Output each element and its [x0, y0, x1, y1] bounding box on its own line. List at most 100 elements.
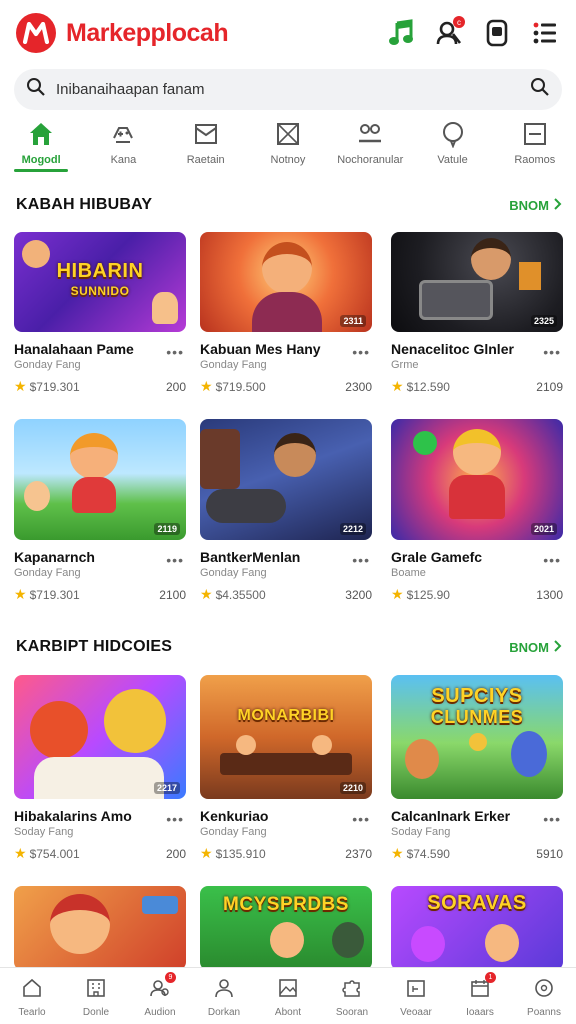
- game-count: 2370: [345, 846, 372, 861]
- more-options-icon[interactable]: •••: [166, 552, 184, 568]
- game-thumbnail[interactable]: MCYSPRDBS: [200, 886, 372, 970]
- more-options-icon[interactable]: •••: [166, 811, 184, 827]
- game-price: $719.301: [29, 587, 80, 602]
- game-thumbnail[interactable]: MONARBIBI 2210: [200, 675, 372, 799]
- character-illustration: [72, 477, 116, 513]
- game-card[interactable]: MCYSPRDBS: [200, 886, 372, 970]
- search-user-icon[interactable]: c: [432, 16, 466, 50]
- more-options-icon[interactable]: •••: [543, 552, 561, 568]
- game-title: Hibakalarins Amo: [14, 808, 132, 824]
- game-thumbnail[interactable]: 2325: [391, 232, 563, 332]
- tab-category-4[interactable]: Nochoranular: [329, 118, 411, 180]
- coin-illustration: [469, 733, 487, 751]
- nav-item-6[interactable]: Veoaar: [384, 968, 448, 1024]
- more-options-icon[interactable]: •••: [543, 344, 561, 360]
- nav-item-1[interactable]: Donle: [64, 968, 128, 1024]
- thumbnail-tag: 2325: [530, 315, 557, 327]
- thumbnail-subtitle: CLUNMES: [430, 707, 524, 727]
- nav-item-5[interactable]: Sooran: [320, 968, 384, 1024]
- more-options-icon[interactable]: •••: [543, 811, 561, 827]
- more-options-icon[interactable]: •••: [166, 344, 184, 360]
- tab-label: Nochoranular: [337, 154, 404, 166]
- game-price: $4.35500: [215, 587, 266, 602]
- nav-item-8[interactable]: Poanns: [512, 968, 576, 1024]
- star-icon: ★: [391, 845, 404, 861]
- game-card[interactable]: 2119 Kapanarnch ••• Gonday Fang ★ $719.3…: [14, 419, 186, 603]
- chat-bubble-icon: [439, 118, 467, 150]
- game-thumbnail[interactable]: SORAVAS: [391, 886, 563, 970]
- nav-label: Donle: [82, 1007, 110, 1018]
- game-thumbnail[interactable]: HIBARIN SUNNIDO: [14, 232, 186, 332]
- game-thumbnail[interactable]: 2212: [200, 419, 372, 540]
- device-illustration: [419, 280, 493, 320]
- tab-category-1[interactable]: Kana: [82, 118, 164, 180]
- game-thumbnail[interactable]: 2021: [391, 419, 563, 540]
- nav-item-7[interactable]: 1 Ioaars: [448, 968, 512, 1024]
- game-title: Grale Gamefc: [391, 549, 483, 565]
- game-price: $719.301: [29, 379, 80, 394]
- see-more-link[interactable]: BNOM: [509, 198, 562, 213]
- game-subtitle: Gonday Fang: [200, 359, 267, 371]
- game-title: Nenacelitoc Glnler: [391, 341, 514, 357]
- orb-illustration: [413, 431, 437, 455]
- character-illustration: [24, 481, 50, 511]
- game-card[interactable]: 2325 Nenacelitoc Glnler ••• Grme ★ $12.5…: [391, 232, 563, 395]
- game-thumbnail[interactable]: 2119: [14, 419, 186, 540]
- star-icon: ★: [14, 586, 27, 602]
- tab-category-6[interactable]: Raomos: [494, 118, 576, 180]
- game-card[interactable]: HIBARIN SUNNIDO Hanalahaan Pame ••• Gond…: [14, 232, 186, 395]
- game-card[interactable]: SUPCIYS CLUNMES Calcanlnark Erker ••• So…: [391, 675, 563, 862]
- nav-item-4[interactable]: Abont: [256, 968, 320, 1024]
- image-icon: [277, 977, 299, 1004]
- character-illustration: [270, 922, 304, 958]
- more-options-icon[interactable]: •••: [352, 552, 370, 568]
- brand-logo[interactable]: [16, 13, 56, 53]
- nav-item-3[interactable]: Dorkan: [192, 968, 256, 1024]
- tab-category-5[interactable]: Vatule: [411, 118, 493, 180]
- search-bar[interactable]: Inibanaihaapan fanam: [14, 69, 562, 110]
- home-icon: [27, 118, 55, 150]
- game-thumbnail[interactable]: 2217: [14, 675, 186, 799]
- game-thumbnail[interactable]: SUPCIYS CLUNMES: [391, 675, 563, 799]
- tab-category-2[interactable]: Raetain: [165, 118, 247, 180]
- star-icon: ★: [14, 845, 27, 861]
- character-illustration: [70, 433, 118, 479]
- nav-item-0[interactable]: Tearlo: [0, 968, 64, 1024]
- star-icon: ★: [391, 378, 404, 394]
- tab-label: Raomos: [514, 154, 556, 166]
- see-more-link[interactable]: BNOM: [509, 640, 562, 655]
- section-title: KABAH HIBUBAY: [16, 196, 153, 213]
- character-illustration: [252, 292, 322, 332]
- game-card[interactable]: 2021 Grale Gamefc ••• Boame ★ $125.90 13…: [391, 419, 563, 603]
- menu-list-icon[interactable]: [528, 16, 562, 50]
- people-icon: [356, 118, 384, 150]
- game-thumbnail[interactable]: [14, 886, 186, 970]
- game-card[interactable]: [14, 886, 186, 970]
- person-icon: [213, 977, 235, 1004]
- bottom-navigation: Tearlo Donle 9 Audion Dorkan Abont Soora…: [0, 967, 576, 1024]
- more-options-icon[interactable]: •••: [352, 344, 370, 360]
- nav-label: Abont: [274, 1007, 302, 1018]
- game-thumbnail[interactable]: 2311: [200, 232, 372, 332]
- music-note-icon[interactable]: [384, 16, 418, 50]
- nav-item-2[interactable]: 9 Audion: [128, 968, 192, 1024]
- tab-category-3[interactable]: Notnoy: [247, 118, 329, 180]
- device-icon[interactable]: [480, 16, 514, 50]
- more-options-icon[interactable]: •••: [352, 811, 370, 827]
- character-illustration: [22, 240, 50, 268]
- tab-category-0[interactable]: Mogodl: [0, 118, 82, 180]
- game-card[interactable]: MONARBIBI 2210 Kenkuriao ••• Gonday Fang…: [200, 675, 372, 862]
- game-card[interactable]: SORAVAS: [391, 886, 563, 970]
- character-illustration: [236, 735, 256, 755]
- game-card[interactable]: 2212 BantkerMenlan ••• Gonday Fang ★ $4.…: [200, 419, 372, 603]
- see-more-label: BNOM: [509, 639, 549, 655]
- game-title: Kapanarnch: [14, 549, 95, 565]
- search-submit-icon[interactable]: [530, 77, 550, 102]
- game-card[interactable]: 2217 Hibakalarins Amo ••• Soday Fang ★ $…: [14, 675, 186, 862]
- chevron-right-icon: [553, 197, 562, 213]
- game-card[interactable]: 2311 Kabuan Mes Hany ••• Gonday Fang ★ $…: [200, 232, 372, 395]
- game-title: Kenkuriao: [200, 808, 269, 824]
- game-title: Calcanlnark Erker: [391, 808, 511, 824]
- game-title: BantkerMenlan: [200, 549, 301, 565]
- search-input[interactable]: Inibanaihaapan fanam: [56, 81, 530, 98]
